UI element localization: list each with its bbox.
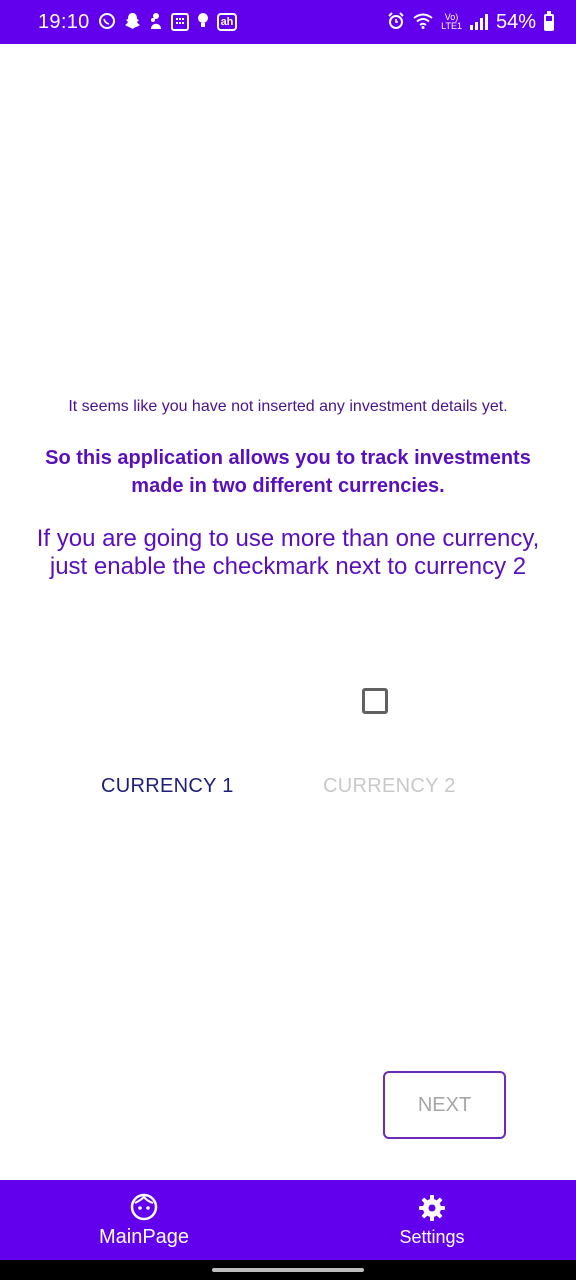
- gesture-area: [0, 1260, 576, 1280]
- currency-2-label: CURRENCY 2: [323, 775, 456, 797]
- no-investments-message: It seems like you have not inserted any …: [68, 398, 508, 415]
- battery-icon: [544, 10, 554, 31]
- nav-label-settings: Settings: [399, 1226, 465, 1247]
- status-right: Vo) LTE1 54%: [387, 10, 554, 34]
- currency-1-label[interactable]: CURRENCY 1: [101, 775, 234, 798]
- wifi-icon: [413, 13, 433, 32]
- nav-label-mainpage: MainPage: [98, 1225, 190, 1248]
- bottom-nav: MainPage Settings: [0, 1180, 576, 1260]
- home-gesture-pill[interactable]: [212, 1268, 364, 1272]
- whatsapp-icon: [98, 12, 116, 33]
- status-left: 19:10 ah: [38, 10, 238, 34]
- volte-icon: Vo) LTE1: [441, 13, 462, 31]
- gear-icon: [419, 1194, 445, 1221]
- face-icon: [130, 1193, 158, 1220]
- next-button-label: NEXT: [417, 1093, 472, 1116]
- next-button[interactable]: NEXT: [383, 1071, 506, 1139]
- lte-label: LTE1: [441, 21, 462, 31]
- nav-item-settings[interactable]: Settings: [288, 1180, 576, 1260]
- status-bar: 19:10 ah Vo) LTE1 54%: [0, 0, 576, 44]
- status-time: 19:10: [38, 10, 90, 33]
- signal-icon: [469, 14, 488, 30]
- app-icon: [149, 12, 163, 33]
- battery-percent: 54%: [495, 10, 536, 33]
- ah-icon: ah: [216, 13, 238, 31]
- currency-2-checkbox[interactable]: [362, 688, 388, 714]
- bulb-icon: [197, 12, 209, 33]
- two-currencies-message: So this application allows you to track …: [45, 447, 531, 497]
- snapchat-icon: [124, 12, 141, 33]
- nav-item-mainpage[interactable]: MainPage: [0, 1180, 288, 1260]
- enable-checkmark-message: If you are going to use more than one cu…: [36, 525, 540, 580]
- alarm-icon: [387, 11, 405, 33]
- keyboard-icon: [170, 13, 189, 31]
- screen: 19:10 ah Vo) LTE1 54% It seems like you …: [0, 0, 576, 1280]
